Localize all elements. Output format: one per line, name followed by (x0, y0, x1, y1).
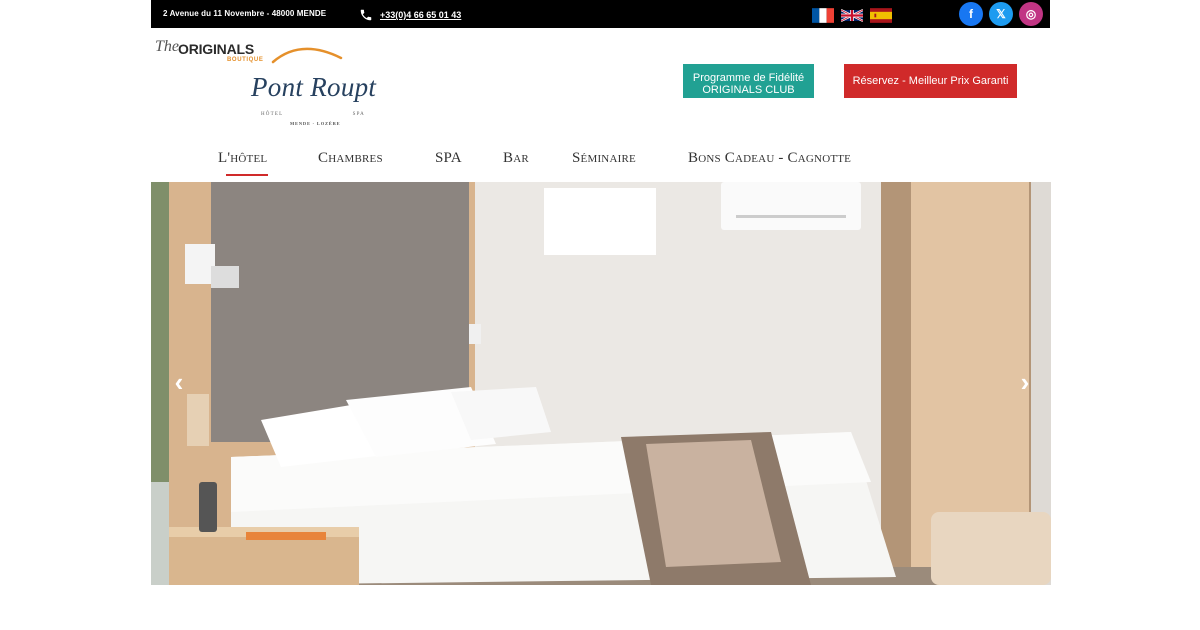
flag-fr-icon[interactable] (812, 8, 834, 23)
club-button-line2: ORIGINALS CLUB (702, 83, 795, 96)
hotel-logo-name[interactable]: Pont Roupt (251, 72, 376, 103)
instagram-icon[interactable]: ◎ (1019, 2, 1043, 26)
nav-item-hotel[interactable]: L'hôtel (218, 150, 267, 167)
social-links: f 𝕏 ◎ (959, 2, 1043, 26)
hero-slider[interactable]: ‹ › (151, 182, 1051, 585)
active-nav-underline (226, 174, 268, 176)
slider-next-arrow-icon[interactable]: › (1015, 367, 1035, 397)
flag-uk-icon[interactable] (841, 8, 863, 23)
nav-item-bons-cadeau[interactable]: Bons Cadeau - Cagnotte (688, 150, 851, 167)
nav-item-chambres[interactable]: Chambres (318, 150, 383, 167)
logo-arc-icon (271, 47, 343, 64)
phone-number: +33(0)4 66 65 01 43 (380, 10, 462, 20)
x-twitter-icon[interactable]: 𝕏 (989, 2, 1013, 26)
logo-the: The (155, 38, 179, 55)
phone-link[interactable]: +33(0)4 66 65 01 43 (359, 8, 461, 22)
nav-item-seminaire[interactable]: Séminaire (572, 150, 636, 167)
nav-item-spa[interactable]: SPA (435, 150, 462, 167)
phone-icon (360, 9, 372, 21)
logo-originals-text: ORIGINALS (178, 41, 254, 57)
book-button[interactable]: Réservez - Meilleur Prix Garanti (844, 64, 1017, 98)
hotel-logo-location: MENDE - LOZÈRE (290, 121, 341, 126)
page: 2 Avenue du 11 Novembre - 48000 MENDE +3… (151, 0, 1051, 630)
facebook-icon[interactable]: f (959, 2, 983, 26)
slider-loader (544, 188, 656, 255)
flag-es-icon[interactable] (870, 8, 892, 23)
address-text: 2 Avenue du 11 Novembre - 48000 MENDE (163, 9, 327, 18)
nav-item-bar[interactable]: Bar (503, 150, 529, 167)
logo-hotel-word: HÔTEL (261, 112, 284, 117)
loyalty-club-button[interactable]: Programme de Fidélité ORIGINALS CLUB (683, 64, 814, 98)
logo-boutique-text: BOUTIQUE (227, 57, 264, 63)
main-nav: L'hôtel Chambres SPA Bar Séminaire Bons … (151, 150, 1051, 174)
slider-prev-arrow-icon[interactable]: ‹ (169, 367, 189, 397)
hotel-logo-subtitle: HÔTEL SPA (261, 112, 365, 117)
originals-logo[interactable]: The ORIGINALS BOUTIQUE (155, 36, 275, 68)
top-bar: 2 Avenue du 11 Novembre - 48000 MENDE +3… (151, 0, 1050, 28)
logo-spa-word: SPA (352, 112, 365, 117)
club-button-line1: Programme de Fidélité (692, 71, 805, 84)
language-switcher (812, 8, 892, 23)
